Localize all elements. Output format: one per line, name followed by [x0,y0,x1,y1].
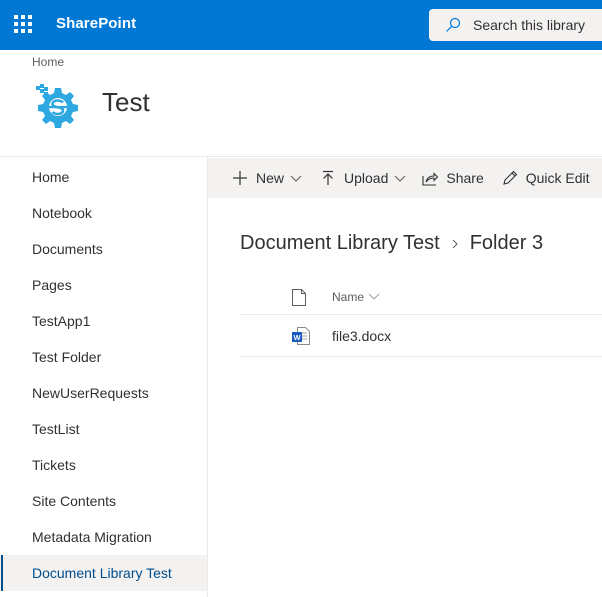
upload-button[interactable]: Upload [320,158,406,198]
suite-bar: SharePoint Search this library [0,0,602,50]
share-button[interactable]: Share [422,158,484,198]
upload-label: Upload [344,170,389,186]
list-header: Name [240,281,602,315]
file-name-link[interactable]: file3.docx [332,328,391,344]
library-breadcrumb: Document Library Test Folder 3 [240,232,543,255]
nav-item-notebook[interactable]: Notebook [0,195,207,231]
breadcrumb-current-folder[interactable]: Folder 3 [470,232,543,255]
site-header [0,50,602,156]
file-type-icon[interactable] [292,289,306,306]
quick-edit-label: Quick Edit [525,170,590,186]
word-document-icon: W [292,327,310,345]
chevron-down-icon [395,175,406,182]
quick-edit-button[interactable]: Quick Edit [502,158,590,198]
nav-item-site-contents[interactable]: Site Contents [0,483,207,519]
app-launcher-icon[interactable] [12,13,36,37]
nav-item-home[interactable]: Home [0,159,207,195]
new-label: New [256,170,285,186]
pencil-icon [502,170,518,185]
column-header-name[interactable]: Name [332,290,380,304]
site-title[interactable]: Test [102,87,150,118]
svg-text:W: W [293,333,301,342]
app-name[interactable]: SharePoint [56,15,136,32]
nav-item-testlist[interactable]: TestList [0,411,207,447]
nav-item-pages[interactable]: Pages [0,267,207,303]
nav-item-newuserrequests[interactable]: NewUserRequests [0,375,207,411]
new-button[interactable]: New [232,158,302,198]
command-bar: New Upload Share Quick Edit [208,158,602,198]
nav-item-document-library-test[interactable]: Document Library Test [0,555,207,591]
nav-item-metadata-migration[interactable]: Metadata Migration [0,519,207,555]
column-name-label: Name [332,290,365,304]
site-logo-icon[interactable] [34,82,80,128]
search-input[interactable]: Search this library [473,17,585,33]
share-icon [422,172,439,186]
site-breadcrumb-home[interactable]: Home [32,55,64,69]
chevron-down-icon [290,175,302,182]
left-navigation: Home Notebook Documents Pages TestApp1 T… [0,157,208,597]
breadcrumb-library[interactable]: Document Library Test [240,232,440,255]
search-icon [446,17,461,32]
upload-icon [323,170,334,185]
plus-icon [233,171,247,185]
nav-item-testapp1[interactable]: TestApp1 [0,303,207,339]
list-row[interactable]: W file3.docx [240,316,602,357]
share-label: Share [446,170,484,186]
nav-item-tickets[interactable]: Tickets [0,447,207,483]
nav-item-documents[interactable]: Documents [0,231,207,267]
nav-item-test-folder[interactable]: Test Folder [0,339,207,375]
chevron-right-icon [452,239,458,248]
search-box[interactable]: Search this library [429,9,602,41]
chevron-down-icon [368,293,380,300]
